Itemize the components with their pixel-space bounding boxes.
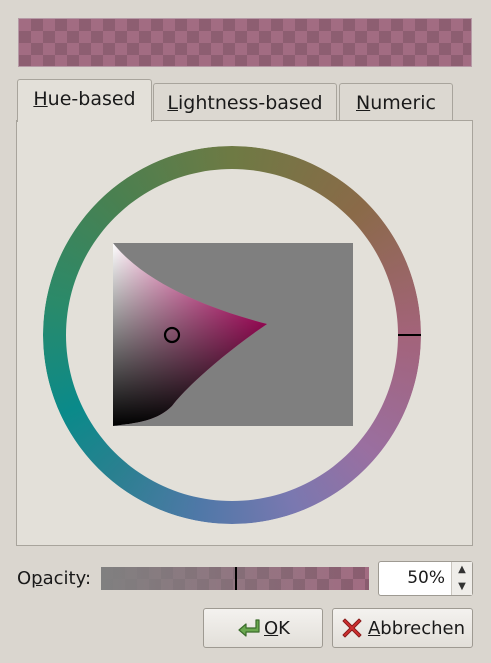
hue-based-panel [16, 120, 473, 546]
opacity-label-rest: acity: [42, 568, 92, 589]
opacity-spinbox[interactable]: 50% ▲ ▼ [378, 561, 473, 596]
cancel-button-label: Abbrechen [368, 618, 465, 639]
tab-hue-based-text: ue-based [47, 88, 136, 110]
tab-hue-based-mnemonic: H [33, 88, 48, 110]
ok-button-label: OK [264, 618, 290, 639]
cancel-x-icon [342, 618, 362, 638]
tab-lightness-based-mnemonic: L [167, 92, 178, 114]
cancel-button[interactable]: Abbrechen [332, 608, 473, 648]
ok-button-mnemonic: O [264, 617, 279, 639]
opacity-label-mnemonic: p [31, 568, 43, 589]
tab-hue-based[interactable]: Hue-based [17, 79, 152, 122]
spin-up-icon[interactable]: ▲ [452, 562, 472, 578]
opacity-slider-thumb[interactable] [235, 567, 237, 590]
ok-arrow-icon [238, 619, 260, 637]
ok-button-label-rest: K [278, 617, 290, 639]
spin-buttons: ▲ ▼ [451, 562, 472, 595]
spin-down-icon[interactable]: ▼ [452, 579, 472, 595]
hue-wheel-canvas [43, 146, 421, 524]
ok-button[interactable]: OK [203, 608, 323, 648]
tab-lightness-based-label: Lightness-based [167, 92, 322, 114]
cancel-button-label-rest: bbrechen [380, 617, 466, 639]
tab-hue-based-label: Hue-based [33, 88, 135, 110]
opacity-label: Opacity: [17, 566, 91, 592]
tab-numeric-text: umeric [370, 92, 436, 114]
opacity-value-field[interactable]: 50% [379, 562, 449, 595]
tab-lightness-based[interactable]: Lightness-based [153, 83, 337, 121]
tab-lightness-based-text: ightness-based [178, 92, 323, 114]
opacity-slider[interactable] [101, 567, 369, 590]
tab-numeric-label: Numeric [356, 92, 436, 114]
tab-numeric[interactable]: Numeric [339, 83, 453, 121]
tab-numeric-mnemonic: N [356, 92, 371, 114]
cancel-button-mnemonic: A [367, 617, 381, 639]
opacity-label-prefix: O [17, 568, 32, 589]
color-preview-swatch [18, 18, 472, 67]
